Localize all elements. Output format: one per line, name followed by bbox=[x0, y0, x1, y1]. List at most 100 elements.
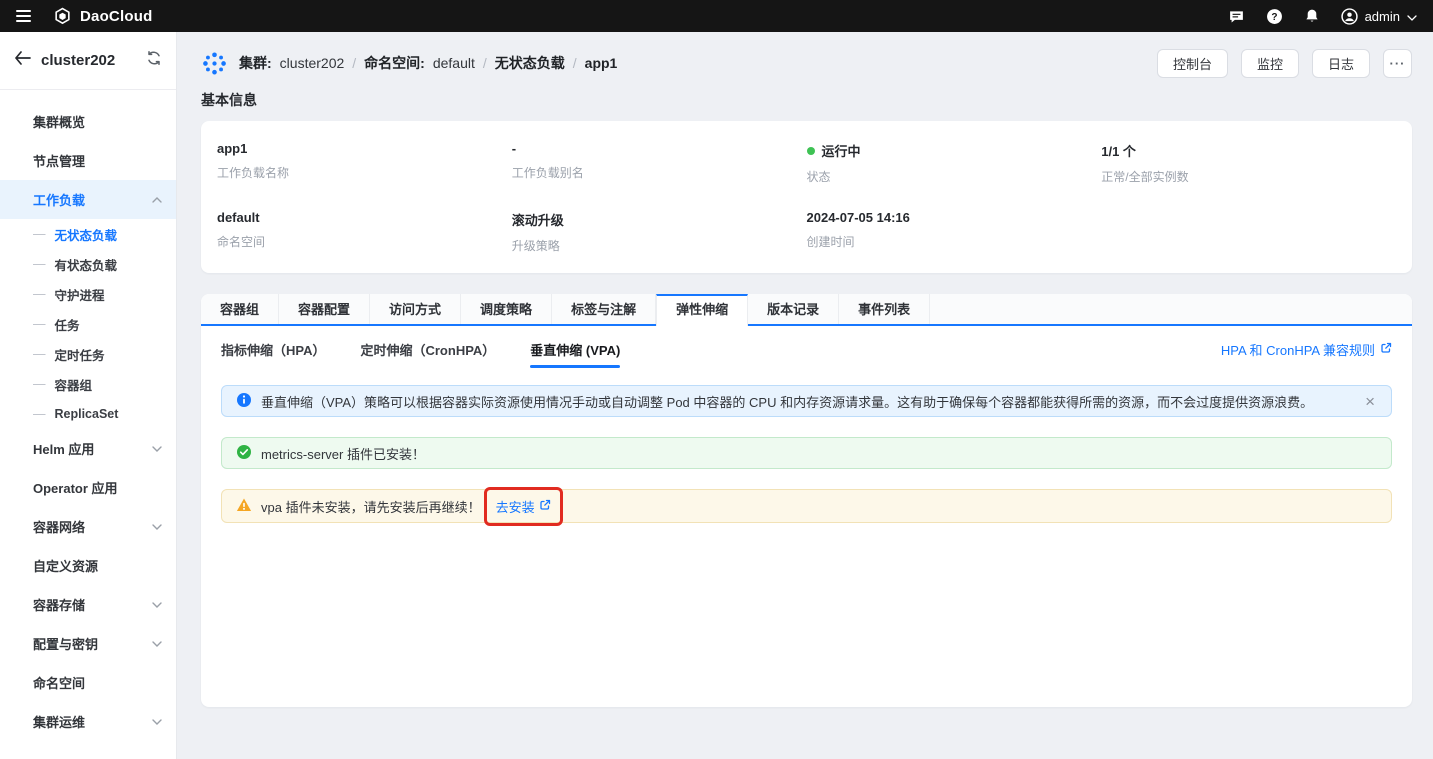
sidebar-item-namespaces[interactable]: 命名空间 bbox=[0, 663, 176, 702]
sidebar-item-workloads[interactable]: 工作负载 bbox=[0, 180, 176, 219]
notifications-bell-icon[interactable] bbox=[1304, 8, 1320, 24]
tab-autoscaling[interactable]: 弹性伸缩 bbox=[656, 294, 748, 326]
warning-icon bbox=[236, 497, 252, 516]
sidebar-item-node-management[interactable]: 节点管理 bbox=[0, 141, 176, 180]
sidebar-subitem-label: 守护进程 bbox=[55, 285, 105, 304]
sidebar-item-cluster-overview[interactable]: 集群概览 bbox=[0, 102, 176, 141]
dash-prefix: — bbox=[33, 257, 46, 271]
dash-prefix: — bbox=[33, 407, 46, 421]
tab-access-methods[interactable]: 访问方式 bbox=[370, 294, 461, 326]
go-install-link[interactable]: 去安装 bbox=[496, 497, 551, 516]
status-text: 运行中 bbox=[822, 141, 861, 160]
breadcrumb-workload-name: app1 bbox=[585, 55, 618, 71]
sidebar-item-cluster-ops[interactable]: 集群运维 bbox=[0, 702, 176, 741]
back-arrow-icon[interactable] bbox=[14, 51, 31, 70]
subtab-cronhpa[interactable]: 定时伸缩（CronHPA） bbox=[360, 327, 495, 372]
detail-tabs-card: 容器组 容器配置 访问方式 调度策略 标签与注解 弹性伸缩 版本记录 事件列表 … bbox=[201, 294, 1412, 707]
sidebar: cluster202 集群概览 节点管理 工作负载 —无状态负载 —有状态负载 … bbox=[0, 32, 177, 759]
monitor-button[interactable]: 监控 bbox=[1241, 49, 1299, 78]
tab-pods[interactable]: 容器组 bbox=[201, 294, 279, 326]
sidebar-subitem-replicaset[interactable]: —ReplicaSet bbox=[0, 399, 176, 429]
tab-version-history[interactable]: 版本记录 bbox=[748, 294, 839, 326]
close-icon[interactable]: × bbox=[1363, 393, 1377, 410]
success-check-icon bbox=[236, 444, 252, 463]
field-value: - bbox=[512, 141, 807, 156]
breadcrumb-workload-type[interactable]: 无状态负载 bbox=[495, 53, 565, 73]
tab-scheduling-policy[interactable]: 调度策略 bbox=[461, 294, 552, 326]
sidebar-subitem-daemonsets[interactable]: —守护进程 bbox=[0, 279, 176, 309]
sidebar-item-operator-apps[interactable]: Operator 应用 bbox=[0, 468, 176, 507]
field-label: 正常/全部实例数 bbox=[1101, 168, 1396, 185]
sidebar-item-label: 容器网络 bbox=[33, 517, 85, 536]
sidebar-subitem-label: 容器组 bbox=[55, 375, 93, 394]
breadcrumb-separator: / bbox=[352, 55, 356, 71]
sidebar-item-helm-apps[interactable]: Helm 应用 bbox=[0, 429, 176, 468]
sidebar-item-container-network[interactable]: 容器网络 bbox=[0, 507, 176, 546]
messages-icon[interactable] bbox=[1228, 8, 1245, 25]
sidebar-item-label: 配置与密钥 bbox=[33, 634, 98, 653]
field-workload-alias: - 工作负载别名 bbox=[512, 141, 807, 185]
field-workload-name: app1 工作负载名称 bbox=[217, 141, 512, 185]
breadcrumb-separator: / bbox=[573, 55, 577, 71]
sidebar-item-label: 集群运维 bbox=[33, 712, 85, 731]
basic-info-title: 基本信息 bbox=[201, 90, 1412, 110]
sidebar-subitem-label: 定时任务 bbox=[55, 345, 105, 364]
chevron-down-icon bbox=[152, 719, 162, 725]
header-actions: 控制台 监控 日志 ··· bbox=[1157, 49, 1412, 78]
console-button[interactable]: 控制台 bbox=[1157, 49, 1228, 78]
more-actions-button[interactable]: ··· bbox=[1383, 49, 1412, 78]
info-icon bbox=[236, 392, 252, 411]
username: admin bbox=[1365, 9, 1400, 24]
sidebar-subitem-pods[interactable]: —容器组 bbox=[0, 369, 176, 399]
chevron-down-icon bbox=[152, 641, 162, 647]
sidebar-subitem-cronjobs[interactable]: —定时任务 bbox=[0, 339, 176, 369]
field-created-time: 2024-07-05 14:16 创建时间 bbox=[807, 210, 1102, 254]
field-upgrade-strategy: 滚动升级 升级策略 bbox=[512, 210, 807, 254]
field-value: app1 bbox=[217, 141, 512, 156]
breadcrumb-separator: / bbox=[483, 55, 487, 71]
subtab-hpa[interactable]: 指标伸缩（HPA） bbox=[221, 327, 325, 372]
cluster-switch-icon[interactable] bbox=[146, 50, 162, 71]
breadcrumb-namespace-label: 命名空间: bbox=[364, 53, 425, 73]
breadcrumb-namespace-value[interactable]: default bbox=[433, 55, 475, 71]
tab-labels-annotations[interactable]: 标签与注解 bbox=[552, 294, 656, 326]
subtab-vpa[interactable]: 垂直伸缩 (VPA) bbox=[530, 327, 620, 372]
install-link-wrap: 去安装 bbox=[496, 497, 551, 516]
user-menu[interactable]: admin bbox=[1341, 8, 1417, 25]
tab-event-list[interactable]: 事件列表 bbox=[839, 294, 930, 326]
sidebar-item-custom-resources[interactable]: 自定义资源 bbox=[0, 546, 176, 585]
sidebar-item-label: Operator 应用 bbox=[33, 478, 118, 497]
sidebar-item-label: Helm 应用 bbox=[33, 439, 94, 458]
tab-container-config[interactable]: 容器配置 bbox=[279, 294, 370, 326]
help-icon[interactable]: ? bbox=[1266, 8, 1283, 25]
sidebar-subitem-stateful-workloads[interactable]: —有状态负载 bbox=[0, 249, 176, 279]
logs-button[interactable]: 日志 bbox=[1312, 49, 1370, 78]
svg-text:?: ? bbox=[1271, 12, 1277, 23]
info-alert-text: 垂直伸缩（VPA）策略可以根据容器实际资源使用情况手动或自动调整 Pod 中容器… bbox=[261, 392, 1354, 411]
sidebar-item-label: 命名空间 bbox=[33, 673, 85, 692]
chevron-down-icon bbox=[152, 446, 162, 452]
field-status: 运行中 状态 bbox=[807, 141, 1102, 185]
dash-prefix: — bbox=[33, 227, 46, 241]
hpa-cronhpa-compat-rules-link[interactable]: HPA 和 CronHPA 兼容规则 bbox=[1221, 340, 1392, 359]
chevron-down-icon bbox=[152, 602, 162, 608]
field-label: 状态 bbox=[807, 168, 1102, 185]
sidebar-subitem-label: 无状态负载 bbox=[55, 225, 118, 244]
breadcrumb-cluster-value[interactable]: cluster202 bbox=[280, 55, 345, 71]
success-alert-text: metrics-server 插件已安装！ bbox=[261, 444, 1377, 463]
sidebar-item-config-secrets[interactable]: 配置与密钥 bbox=[0, 624, 176, 663]
subtab-row: 指标伸缩（HPA） 定时伸缩（CronHPA） 垂直伸缩 (VPA) HPA 和… bbox=[201, 326, 1412, 373]
metrics-server-success-alert: metrics-server 插件已安装！ bbox=[221, 437, 1392, 469]
page-header: 集群: cluster202 / 命名空间: default / 无状态负载 /… bbox=[201, 45, 1412, 81]
brand: DaoCloud bbox=[53, 7, 152, 26]
sidebar-nav: 集群概览 节点管理 工作负载 —无状态负载 —有状态负载 —守护进程 —任务 —… bbox=[0, 90, 176, 751]
chevron-down-icon bbox=[152, 524, 162, 530]
sidebar-item-container-storage[interactable]: 容器存储 bbox=[0, 585, 176, 624]
avatar-icon bbox=[1341, 8, 1358, 25]
main-content: 集群: cluster202 / 命名空间: default / 无状态负载 /… bbox=[177, 32, 1433, 759]
sidebar-subitem-jobs[interactable]: —任务 bbox=[0, 309, 176, 339]
sidebar-subitem-label: 任务 bbox=[55, 315, 80, 334]
menu-toggle-icon[interactable] bbox=[16, 10, 31, 22]
status-dot bbox=[807, 147, 815, 155]
sidebar-subitem-stateless-workloads[interactable]: — 无状态负载 bbox=[0, 219, 176, 249]
